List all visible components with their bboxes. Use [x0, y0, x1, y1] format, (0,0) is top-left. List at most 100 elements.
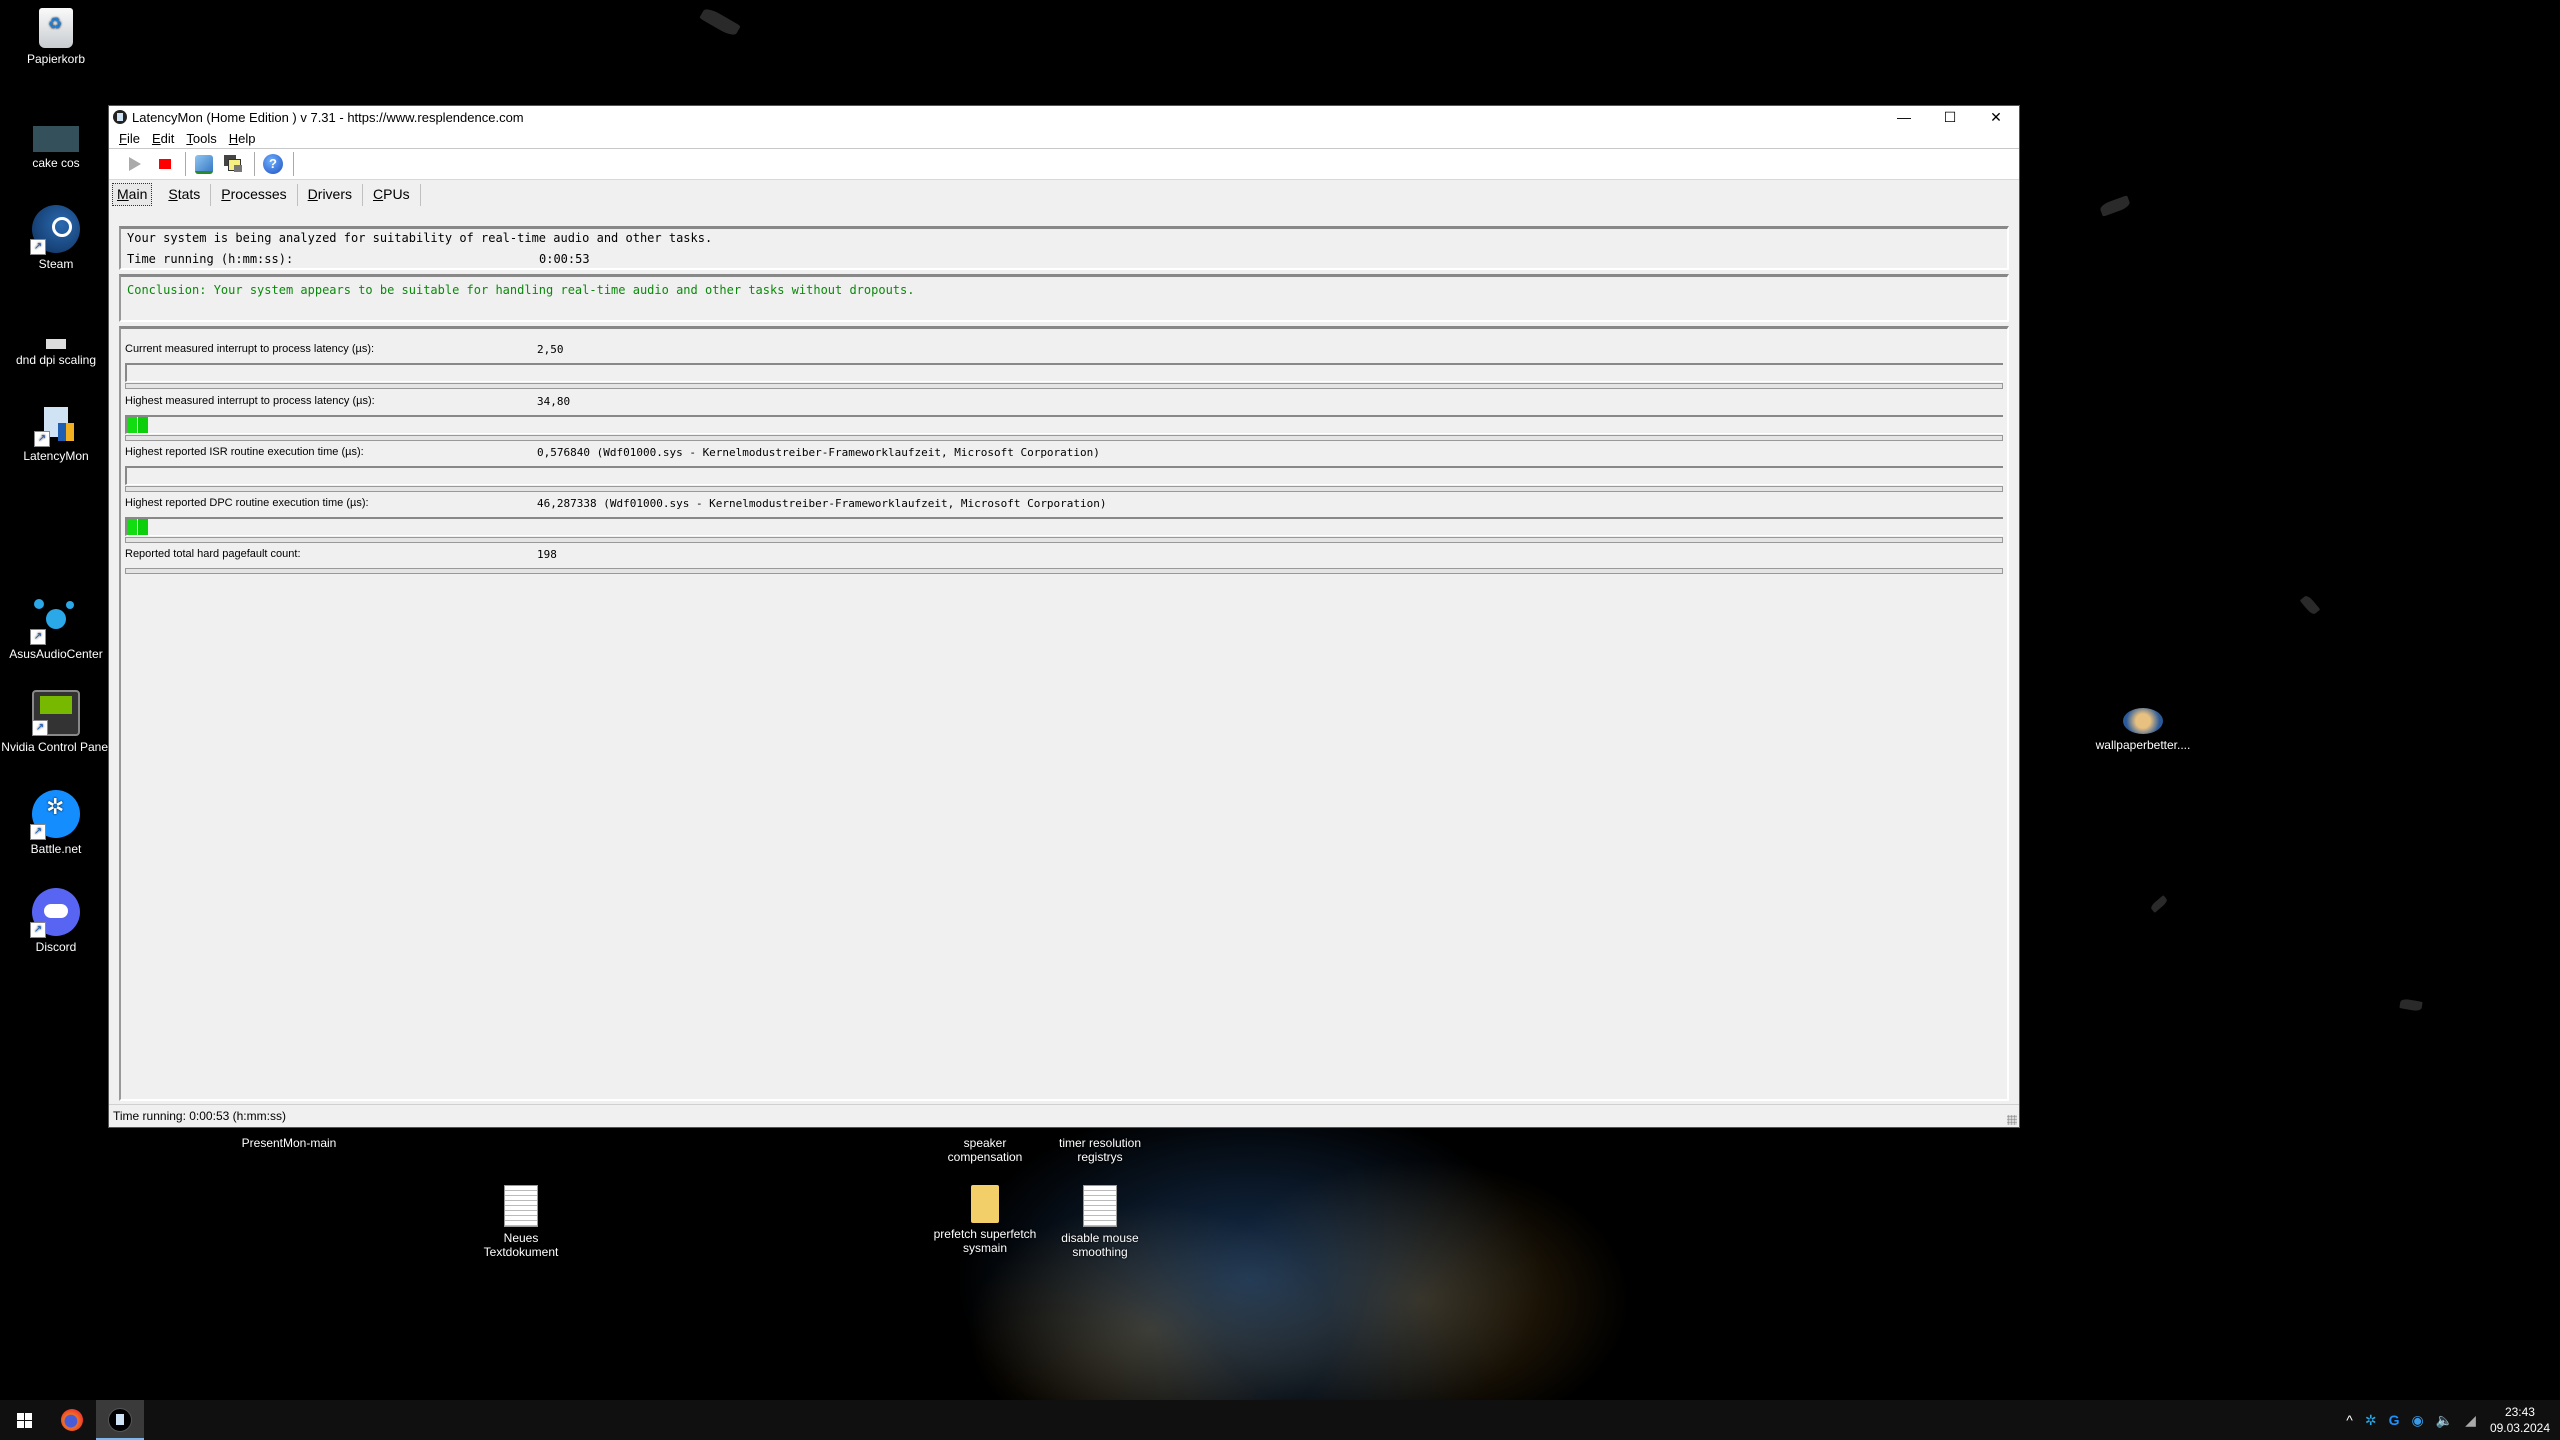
menu-file[interactable]: File [119, 131, 140, 146]
gauge-segment [127, 417, 137, 433]
metric-current-latency: Current measured interrupt to process la… [125, 337, 2003, 389]
shortcut-arrow-icon: ↗ [30, 629, 46, 645]
desktop-icon-wallpaper[interactable]: wallpaperbetter.... [2088, 708, 2198, 752]
metrics-panel: Current measured interrupt to process la… [119, 326, 2009, 1101]
stop-button[interactable] [151, 151, 179, 177]
status-bar: Time running: 0:00:53 (h:mm:ss) [109, 1104, 2019, 1127]
tab-drivers[interactable]: Drivers [298, 184, 364, 206]
asus-audio-icon: ↗ [30, 595, 80, 645]
logitech-g-icon[interactable]: G [2389, 1412, 2400, 1428]
clock-time: 23:43 [2504, 1405, 2535, 1419]
recycle-bin-icon: ♻ [39, 8, 73, 48]
close-button[interactable]: ✕ [1973, 106, 2019, 128]
image-thumbnail-icon [2123, 708, 2163, 734]
menu-bar: File Edit Tools Help [109, 128, 2019, 149]
gauge-segment [138, 519, 148, 535]
system-tray: ^ ✲ G ◉ 🔈 ◢ 23:43 09.03.2024 [2340, 1400, 2550, 1440]
toolbar-separator [185, 152, 186, 176]
title-bar[interactable]: LatencyMon (Home Edition ) v 7.31 - http… [109, 106, 2019, 128]
minimize-button[interactable]: — [1881, 106, 1927, 128]
text-file-icon [504, 1185, 538, 1227]
desktop-icon-battlenet[interactable]: ✲ ↗ Battle.net [1, 790, 111, 856]
time-running-value: 0:00:53 [539, 252, 590, 266]
steam-icon: ↗ [30, 205, 80, 255]
desktop-icon-timer-resolution[interactable]: timer resolution registrys [1045, 1136, 1155, 1164]
nvidia-icon: ↗ [32, 690, 80, 736]
metric-value: 0,576840 (Wdf01000.sys - Kernelmodustrei… [537, 446, 1100, 459]
metric-highest-latency: Highest measured interrupt to process la… [125, 389, 2003, 441]
tab-stats[interactable]: Stats [158, 184, 212, 206]
windows-button[interactable] [220, 151, 248, 177]
desktop-icon-disable-mouse-smoothing[interactable]: disable mouse smoothing [1045, 1185, 1155, 1259]
wallpaper-shard [2098, 195, 2132, 217]
stop-icon [159, 159, 171, 169]
network-icon[interactable]: ◢ [2465, 1412, 2476, 1429]
maximize-button[interactable]: ☐ [1927, 106, 1973, 128]
metric-highest-dpc: Highest reported DPC routine execution t… [125, 491, 2003, 543]
latency-gauge [125, 415, 2003, 434]
desktop-icon-speaker-compensation[interactable]: speaker compensation [930, 1136, 1040, 1164]
latency-gauge [125, 363, 2003, 382]
start-button[interactable] [0, 1400, 48, 1440]
tab-cpus[interactable]: CPUs [363, 184, 421, 206]
volume-icon[interactable]: 🔈 [2436, 1412, 2453, 1429]
play-icon [129, 157, 141, 171]
shortcut-arrow-icon: ↗ [30, 922, 46, 938]
desktop-icon-papierkorb[interactable]: ♻ Papierkorb [1, 8, 111, 66]
desktop-icon-discord[interactable]: ↗ Discord [1, 888, 111, 954]
taskbar: ^ ✲ G ◉ 🔈 ◢ 23:43 09.03.2024 [0, 1400, 2560, 1440]
report-button[interactable] [190, 151, 218, 177]
help-icon: ? [263, 154, 283, 174]
wallpaper-shard [699, 5, 741, 39]
taskbar-firefox[interactable] [48, 1400, 96, 1440]
desktop-icon-asusaudiocenter[interactable]: ↗ AsusAudioCenter [1, 595, 111, 661]
image-thumbnail-icon [46, 339, 66, 349]
menu-tools[interactable]: Tools [186, 131, 216, 146]
desktop-icon-latencymon[interactable]: ↗ LatencyMon [1, 405, 111, 463]
desktop-icon-prefetch[interactable]: prefetch superfetch sysmain [930, 1185, 1040, 1255]
metric-label: Reported total hard pagefault count: [125, 548, 301, 560]
menu-edit[interactable]: Edit [152, 131, 174, 146]
steelseries-icon[interactable]: ◉ [2412, 1412, 2424, 1429]
shortcut-arrow-icon: ↗ [32, 720, 48, 736]
metric-label: Highest reported ISR routine execution t… [125, 446, 364, 458]
metric-value: 198 [537, 548, 557, 561]
help-button[interactable]: ? [259, 151, 287, 177]
folder-icon [971, 1185, 999, 1223]
gauge-segment [138, 417, 148, 433]
latencymon-window: LatencyMon (Home Edition ) v 7.31 - http… [108, 105, 2020, 1128]
window-title: LatencyMon (Home Edition ) v 7.31 - http… [132, 109, 524, 125]
clock[interactable]: 23:43 09.03.2024 [2490, 1404, 2550, 1436]
toolbar-separator [254, 152, 255, 176]
dpc-gauge [125, 517, 2003, 536]
toolbar: ? [109, 149, 2019, 180]
report-icon [195, 154, 213, 174]
metric-value: 2,50 [537, 343, 564, 356]
desktop-icon-presentmon[interactable]: PresentMon-main [234, 1136, 344, 1150]
analysis-panel: Your system is being analyzed for suitab… [119, 226, 2009, 270]
desktop-icon-nvidia[interactable]: ↗ Nvidia Control Panel [0, 690, 115, 754]
image-thumbnail-icon [33, 126, 79, 152]
desktop-icon-cake-cos[interactable]: cake cos [1, 120, 111, 170]
desktop-icon-dnd-dpi-scaling[interactable]: dnd dpi scaling [1, 325, 111, 367]
metric-pagefault-count: Reported total hard pagefault count: 198 [125, 542, 2003, 592]
resize-grip[interactable] [2007, 1115, 2017, 1125]
chevron-up-icon[interactable]: ^ [2346, 1412, 2353, 1428]
shortcut-arrow-icon: ↗ [30, 239, 46, 255]
start-button[interactable] [121, 151, 149, 177]
tab-main[interactable]: Main [112, 183, 153, 206]
desktop-icon-steam[interactable]: ↗ Steam [1, 205, 111, 271]
desktop-icon-neues-textdokument[interactable]: Neues Textdokument [466, 1185, 576, 1259]
menu-help[interactable]: Help [229, 131, 256, 146]
wallpaper-shard [2399, 998, 2423, 1012]
taskbar-latencymon[interactable] [96, 1400, 144, 1440]
asus-audio-tray-icon[interactable]: ✲ [2365, 1412, 2377, 1429]
tab-bar: Main Stats Processes Drivers CPUs [109, 180, 2019, 206]
windows-icon [224, 155, 244, 173]
tab-processes[interactable]: Processes [211, 184, 298, 206]
metric-label: Highest reported DPC routine execution t… [125, 497, 369, 509]
metric-value: 34,80 [537, 395, 571, 408]
metric-value: 46,287338 (Wdf01000.sys - Kernelmodustre… [537, 497, 1107, 510]
wallpaper-shard [2149, 895, 2169, 913]
status-text: Time running: 0:00:53 (h:mm:ss) [113, 1109, 286, 1123]
